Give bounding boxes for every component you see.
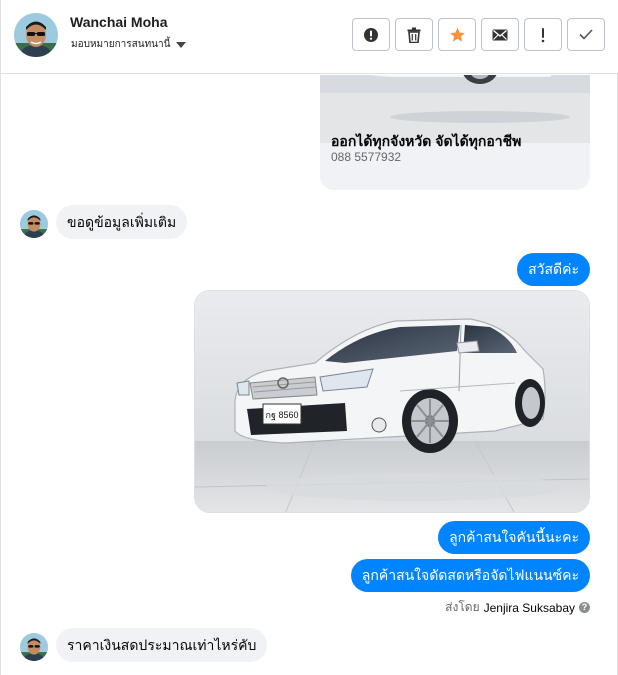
contact-avatar[interactable] — [14, 13, 58, 57]
exclamation-icon — [541, 27, 545, 42]
trash-icon — [407, 27, 421, 43]
star-button[interactable] — [438, 18, 476, 51]
message-outgoing[interactable]: ลูกค้าสนใจดัดสดหรือจัดไฟแนนซ์คะ — [350, 559, 590, 592]
contact-name[interactable]: Wanchai Moha — [70, 14, 168, 30]
message-incoming[interactable]: ขอดูข้อมูลเพิ่มเติม — [56, 205, 188, 239]
sender-avatar[interactable] — [20, 210, 48, 238]
alert-circle-icon — [364, 27, 378, 42]
sent-by-agent-name[interactable]: Jenjira Suksabay — [484, 601, 575, 615]
car-photo-message[interactable]: กฐ 8560 — [194, 290, 590, 513]
delete-button[interactable] — [395, 18, 433, 51]
mark-done-button[interactable] — [567, 18, 605, 51]
card-phone: 088 5577932 — [331, 150, 402, 164]
envelope-icon — [492, 29, 508, 40]
help-icon[interactable]: ? — [579, 602, 590, 613]
caret-down-icon — [176, 41, 187, 48]
message-incoming[interactable]: ราคาเงินสดประมาณเท่าไหร่คับ — [56, 628, 268, 662]
star-icon — [449, 27, 465, 42]
conversation-toolbar — [352, 18, 605, 51]
message-list[interactable]: ออกได้ทุกจังหวัด จัดได้ทุกอาชีพ 088 5577… — [1, 75, 618, 675]
sent-by-prefix: ส่งโดย — [445, 600, 480, 614]
sender-avatar[interactable] — [20, 633, 48, 661]
assign-label: มอบหมายการสนทนานี้ — [71, 39, 171, 50]
assign-conversation-dropdown[interactable]: มอบหมายการสนทนานี้ — [71, 37, 187, 52]
message-outgoing[interactable]: สวัสดีค่ะ — [517, 253, 590, 286]
sent-by-info: ส่งโดย Jenjira Suksabay ? — [445, 598, 590, 617]
shared-link-card[interactable]: ออกได้ทุกจังหวัด จัดได้ทุกอาชีพ 088 5577… — [320, 75, 590, 190]
check-icon — [579, 29, 593, 40]
conversation-header: Wanchai Moha มอบหมายการสนทนานี้ — [1, 0, 618, 74]
report-button[interactable] — [352, 18, 390, 51]
license-plate: กฐ 8560 — [266, 410, 299, 421]
conversation-panel: Wanchai Moha มอบหมายการสนทนานี้ ออกได้ทุ… — [0, 0, 618, 675]
follow-up-button[interactable] — [524, 18, 562, 51]
message-outgoing[interactable]: ลูกค้าสนใจคันนี้นะคะ — [438, 521, 590, 554]
mark-unread-button[interactable] — [481, 18, 519, 51]
